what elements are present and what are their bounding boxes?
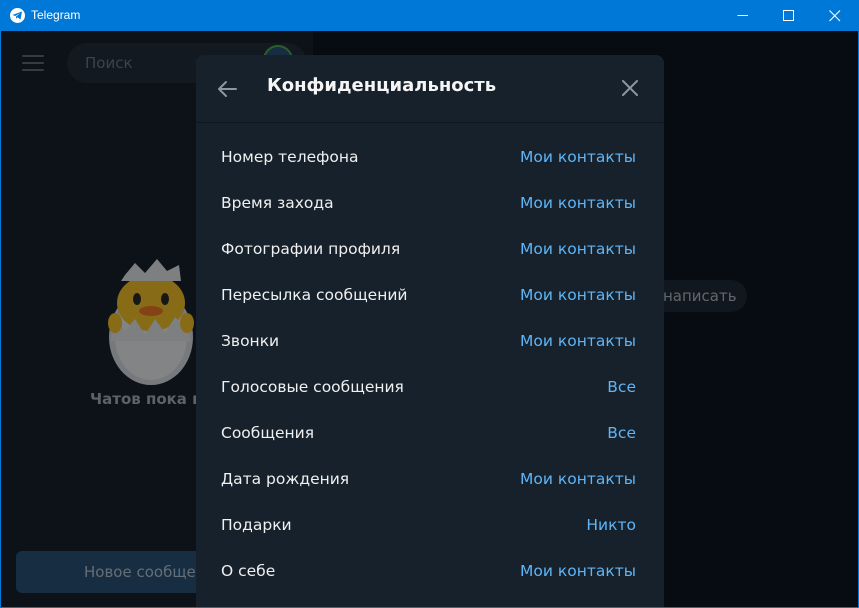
row-label: Звонки xyxy=(221,332,280,350)
privacy-row-calls[interactable]: Звонки Мои контакты xyxy=(196,319,664,365)
minimize-icon xyxy=(737,15,748,16)
row-value: Мои контакты xyxy=(520,286,636,304)
row-label: Сообщения xyxy=(221,424,315,442)
telegram-icon xyxy=(10,8,25,23)
privacy-row-last-seen[interactable]: Время захода Мои контакты xyxy=(196,181,664,227)
maximize-button[interactable] xyxy=(766,0,812,31)
close-icon xyxy=(829,10,841,22)
close-window-button[interactable] xyxy=(812,0,858,31)
dialog-title: Конфиденциальность xyxy=(267,75,497,96)
row-value: Мои контакты xyxy=(520,332,636,350)
close-icon[interactable] xyxy=(621,79,639,97)
row-value: Никто xyxy=(586,516,636,534)
row-value: Мои контакты xyxy=(520,470,636,488)
maximize-icon xyxy=(783,10,794,21)
row-label: Пересылка сообщений xyxy=(221,286,408,304)
privacy-row-bio[interactable]: О себе Мои контакты xyxy=(196,549,664,595)
row-value: Мои контакты xyxy=(520,194,636,212)
row-label: Голосовые сообщения xyxy=(221,378,404,396)
row-label: Подарки xyxy=(221,516,292,534)
row-value: Мои контакты xyxy=(520,148,636,166)
privacy-row-phone[interactable]: Номер телефона Мои контакты xyxy=(196,135,664,181)
row-label: Время захода xyxy=(221,194,334,212)
arrow-left-icon[interactable] xyxy=(216,78,238,100)
privacy-row-birthday[interactable]: Дата рождения Мои контакты xyxy=(196,457,664,503)
row-value: Мои контакты xyxy=(520,562,636,580)
privacy-row-forwarding[interactable]: Пересылка сообщений Мои контакты xyxy=(196,273,664,319)
minimize-button[interactable] xyxy=(720,0,766,31)
privacy-dialog: Конфиденциальность Номер телефона Мои ко… xyxy=(196,55,664,607)
privacy-row-profile-photos[interactable]: Фотографии профиля Мои контакты xyxy=(196,227,664,273)
row-value: Мои контакты xyxy=(520,240,636,258)
row-label: Номер телефона xyxy=(221,148,359,166)
app-frame: Чатов пока н Новое сообще написать Конфи… xyxy=(0,31,859,608)
row-value: Все xyxy=(607,424,636,442)
row-label: Дата рождения xyxy=(221,470,350,488)
row-value: Все xyxy=(607,378,636,396)
row-label: Фотографии профиля xyxy=(221,240,401,258)
window-titlebar: Telegram xyxy=(0,0,859,31)
privacy-settings-list: Номер телефона Мои контакты Время захода… xyxy=(196,135,664,595)
window-title: Telegram xyxy=(31,8,81,22)
privacy-row-messages[interactable]: Сообщения Все xyxy=(196,411,664,457)
dialog-divider xyxy=(196,122,664,123)
privacy-row-gifts[interactable]: Подарки Никто xyxy=(196,503,664,549)
privacy-row-voice-messages[interactable]: Голосовые сообщения Все xyxy=(196,365,664,411)
row-label: О себе xyxy=(221,562,276,580)
